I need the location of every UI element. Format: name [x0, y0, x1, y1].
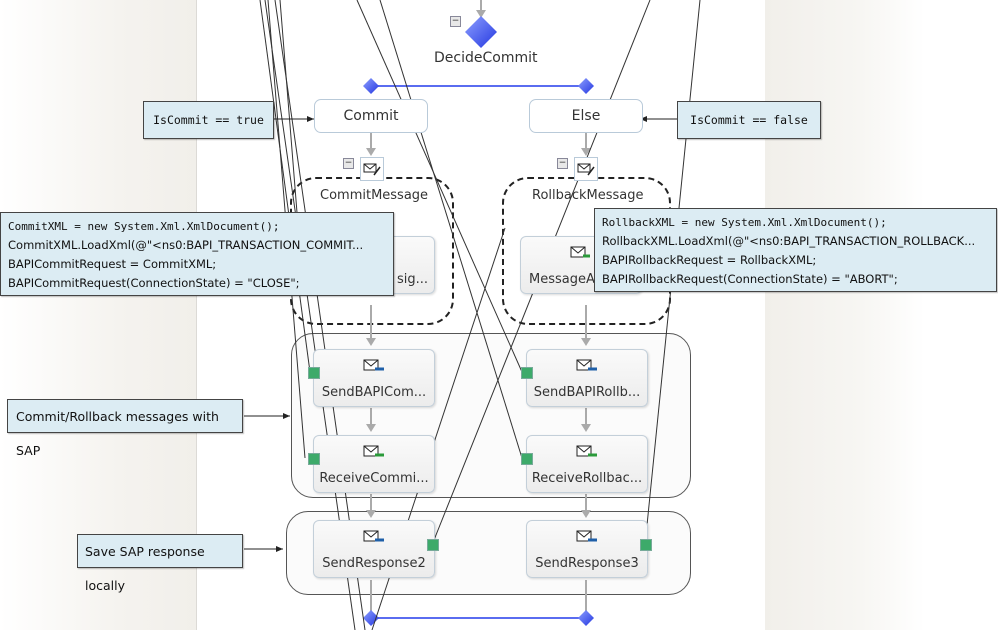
port-connector[interactable]	[308, 453, 320, 465]
shape-label: ReceiveCommi...	[319, 471, 429, 486]
collapse-commit-scope-button[interactable]: −	[343, 158, 354, 169]
callout-commit-code: CommitXML = new System.Xml.XmlDocument()…	[0, 212, 394, 296]
send-message-icon	[363, 359, 384, 371]
message-assignment-scope-icon	[360, 157, 384, 181]
receive-message-icon	[576, 445, 597, 457]
code-line: CommitXML = new System.Xml.XmlDocument()…	[8, 220, 280, 233]
right-margin-panel	[765, 0, 925, 630]
code-line: BAPICommitRequest(ConnectionState) = "CL…	[8, 276, 300, 290]
shape-label: SendResponse3	[535, 556, 639, 571]
shape-label: SendBAPICom...	[321, 385, 427, 400]
collapse-rollback-scope-button[interactable]: −	[557, 158, 568, 169]
send-response3-shape[interactable]: SendResponse3	[526, 520, 648, 578]
code-line: BAPIRollbackRequest = RollbackXML;	[602, 253, 817, 267]
port-connector[interactable]	[640, 539, 652, 551]
decide-diamond	[465, 16, 497, 48]
shape-label: SendBAPIRollb...	[533, 385, 641, 400]
message-assignment-scope-icon	[574, 157, 598, 181]
port-connector[interactable]	[427, 539, 439, 551]
port-connector[interactable]	[521, 453, 533, 465]
port-connector[interactable]	[308, 367, 320, 379]
receive-commit-shape[interactable]: ReceiveCommi...	[313, 435, 435, 493]
shape-label: ReceiveRollbac...	[531, 471, 643, 486]
callout-save-response: Save SAP response locally	[77, 534, 243, 593]
code-line: CommitXML.LoadXml(@"<ns0:BAPI_TRANSACTIO…	[8, 238, 364, 252]
callout-sap-messages: Commit/Rollback messages with SAP	[7, 399, 243, 458]
send-message-icon	[363, 530, 384, 542]
send-bapi-rollback-shape[interactable]: SendBAPIRollb...	[526, 349, 648, 407]
callout-commit-true: IsCommit == true	[143, 101, 274, 139]
decide-label: DecideCommit	[434, 50, 538, 66]
code-line: BAPICommitRequest = CommitXML;	[8, 257, 217, 271]
commit-scope-label: CommitMessage	[320, 188, 429, 203]
branch-commit[interactable]: Commit	[314, 99, 428, 133]
message-assign-icon	[570, 246, 590, 258]
code-line: RollbackXML = new System.Xml.XmlDocument…	[602, 216, 887, 229]
send-response2-shape[interactable]: SendResponse2	[313, 520, 435, 578]
port-connector[interactable]	[521, 367, 533, 379]
rollback-scope-label: RollbackMessage	[532, 188, 644, 203]
code-line: RollbackXML.LoadXml(@"<ns0:BAPI_TRANSACT…	[602, 234, 976, 248]
branch-else[interactable]: Else	[529, 99, 643, 133]
send-message-icon	[576, 359, 597, 371]
callout-commit-false: IsCommit == false	[677, 101, 821, 139]
receive-rollback-shape[interactable]: ReceiveRollbac...	[526, 435, 648, 493]
send-bapi-commit-shape[interactable]: SendBAPICom...	[313, 349, 435, 407]
send-message-icon	[576, 530, 597, 542]
collapse-decide-button[interactable]: −	[450, 16, 461, 27]
code-line: BAPIRollbackRequest(ConnectionState) = "…	[602, 272, 898, 286]
receive-message-icon	[363, 445, 384, 457]
shape-label: SendResponse2	[322, 556, 426, 571]
callout-rollback-code: RollbackXML = new System.Xml.XmlDocument…	[594, 208, 997, 292]
